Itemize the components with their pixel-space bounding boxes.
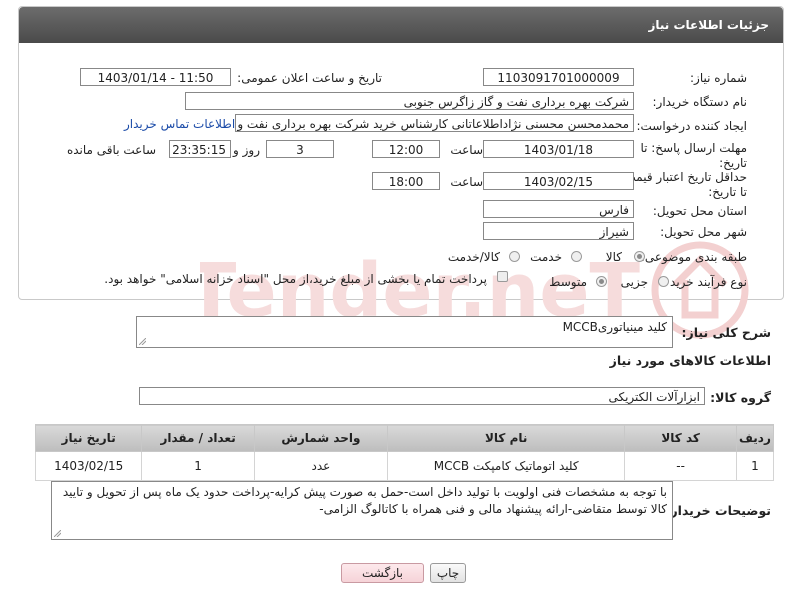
- reply-time-label: ساعت: [450, 143, 483, 157]
- reply-time-field[interactable]: 12:00: [372, 140, 440, 158]
- announce-label: تاریخ و ساعت اعلان عمومی:: [237, 71, 382, 85]
- category-option-goods: کالا: [605, 250, 622, 264]
- buyer-org-field[interactable]: شرکت بهره برداری نفت و گاز زاگرس جنوبی: [185, 92, 634, 110]
- price-valid-time-label: ساعت: [450, 175, 483, 189]
- description-text: کلید مینیاتوریMCCB: [562, 320, 667, 334]
- requester-field[interactable]: محمدمحسن محسنی نژاداطلاعاتانی کارشناس خر…: [235, 114, 634, 132]
- category-label: طبقه بندی موضوعی:: [640, 250, 747, 264]
- reply-deadline-label: مهلت ارسال پاسخ: تا تاریخ:: [640, 141, 747, 170]
- resize-grip-icon[interactable]: [54, 530, 61, 537]
- goods-group-label: گروه کالا:: [710, 390, 771, 405]
- col-row: ردیف: [735, 424, 775, 452]
- process-radio-minor[interactable]: [658, 276, 669, 287]
- province-field[interactable]: فارس: [483, 200, 634, 218]
- goods-group-field[interactable]: ابزارآلات الکتریکی: [139, 387, 705, 405]
- cell-name: کلید اتوماتیک کامپکت MCCB: [386, 451, 626, 481]
- price-valid-time-field[interactable]: 18:00: [372, 172, 440, 190]
- price-valid-date-field[interactable]: 1403/02/15: [483, 172, 634, 190]
- buyer-notes-label: توضیحات خریدار:: [665, 503, 771, 518]
- treasury-payment-checkbox[interactable]: [497, 271, 508, 282]
- city-label: شهر محل تحویل:: [660, 225, 747, 239]
- category-radio-service[interactable]: [571, 251, 582, 262]
- cell-unit: عدد: [253, 451, 388, 481]
- requester-label: ایجاد کننده درخواست:: [636, 119, 747, 133]
- time-remaining-label: ساعت باقی مانده: [66, 143, 156, 157]
- goods-section-title: اطلاعات کالاهای مورد نیاز: [609, 353, 771, 368]
- buyer-notes-text: با توجه به مشخصات فنی اولویت با تولید دا…: [62, 485, 667, 516]
- print-button[interactable]: چاپ: [430, 563, 466, 583]
- category-option-goods-service: کالا/خدمت: [447, 250, 500, 264]
- process-label: نوع فرآیند خرید :: [662, 275, 747, 289]
- buyer-contact-link[interactable]: اطلاعات تماس خریدار: [124, 117, 235, 131]
- days-label: روز و: [233, 143, 260, 157]
- cell-row: 1: [735, 451, 775, 481]
- col-code: کد کالا: [624, 424, 737, 452]
- process-radio-medium[interactable]: [596, 276, 607, 287]
- process-option-medium: متوسط: [549, 275, 587, 289]
- goods-table-header: ردیف کد کالا نام کالا واحد شمارش تعداد /…: [34, 424, 775, 452]
- category-radio-goods[interactable]: [634, 251, 645, 262]
- category-option-service: خدمت: [530, 250, 562, 264]
- days-remaining-field[interactable]: 3: [266, 140, 334, 158]
- cell-code: --: [624, 451, 737, 481]
- treasury-payment-note: پرداخت تمام یا بخشی از مبلغ خرید،از محل …: [104, 272, 487, 286]
- announce-field[interactable]: 1403/01/14 - 11:50: [80, 68, 231, 86]
- resize-grip-icon[interactable]: [139, 338, 146, 345]
- description-field[interactable]: کلید مینیاتوریMCCB: [136, 316, 673, 348]
- table-row: 1 -- کلید اتوماتیک کامپکت MCCB عدد 1 140…: [34, 451, 775, 481]
- page-title: جزئیات اطلاعات نیاز: [19, 7, 783, 43]
- city-field[interactable]: شیراز: [483, 222, 634, 240]
- reply-date-field[interactable]: 1403/01/18: [483, 140, 634, 158]
- col-quantity: تعداد / مقدار: [141, 424, 255, 452]
- buyer-org-label: نام دستگاه خریدار:: [652, 95, 748, 109]
- cell-quantity: 1: [141, 451, 255, 481]
- buyer-notes-field[interactable]: با توجه به مشخصات فنی اولویت با تولید دا…: [51, 481, 673, 540]
- col-unit: واحد شمارش: [253, 424, 388, 452]
- province-label: استان محل تحویل:: [652, 204, 747, 218]
- time-remaining-field[interactable]: 23:35:15: [169, 140, 231, 158]
- back-button[interactable]: بازگشت: [341, 563, 424, 583]
- col-date: تاریخ نیاز: [34, 424, 143, 452]
- description-label: شرح کلی نیاز:: [681, 325, 771, 340]
- process-option-minor: جزیی: [620, 275, 648, 289]
- category-radio-goods-service[interactable]: [509, 251, 520, 262]
- need-number-field[interactable]: 1103091701000009: [483, 68, 634, 86]
- goods-table: ردیف کد کالا نام کالا واحد شمارش تعداد /…: [34, 424, 775, 481]
- col-name: نام کالا: [386, 424, 626, 452]
- cell-date: 1403/02/15: [34, 451, 143, 481]
- need-number-label: شماره نیاز:: [690, 71, 747, 85]
